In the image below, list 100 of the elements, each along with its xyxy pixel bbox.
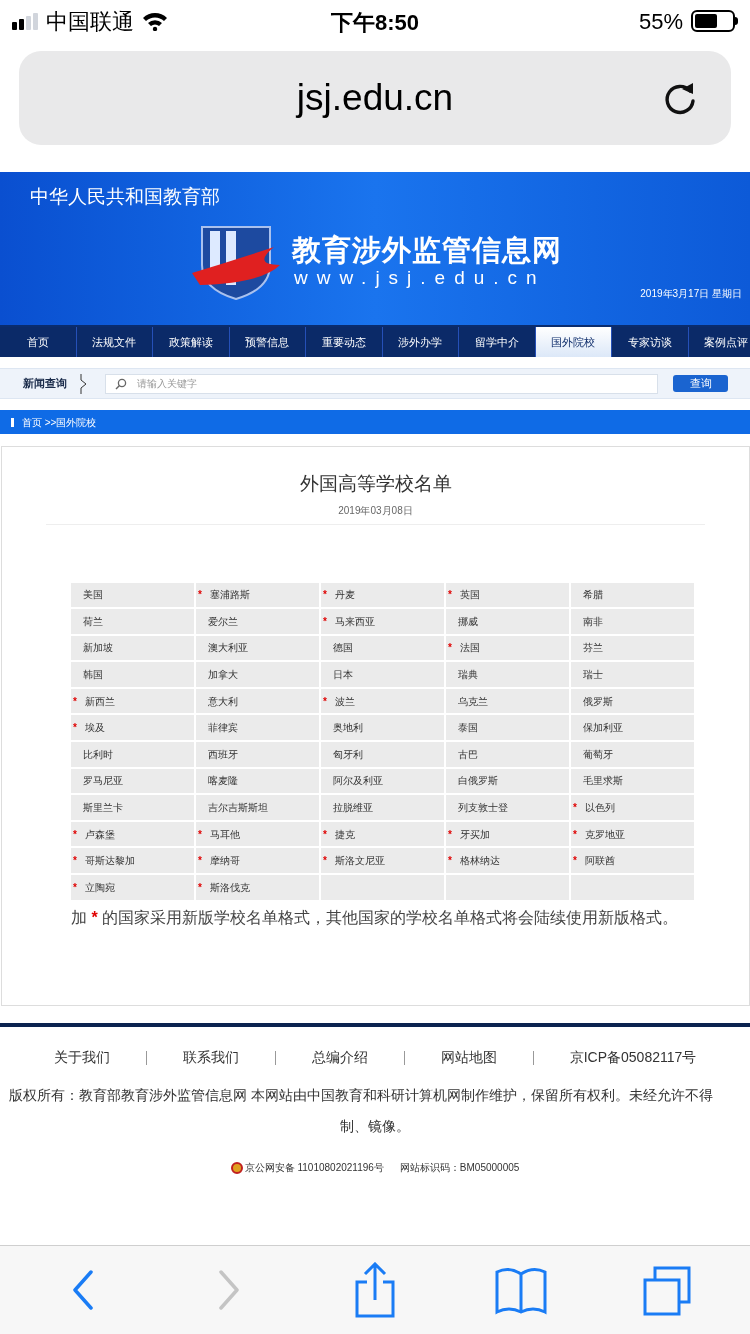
asterisk-mark: * bbox=[72, 694, 78, 709]
search-field[interactable]: 请输入关键字 bbox=[105, 373, 658, 394]
table-cell: 挪威 bbox=[446, 609, 569, 634]
nav-tab[interactable]: 首页 bbox=[0, 327, 77, 357]
table-cell: * 英国 bbox=[446, 582, 569, 608]
footer-link[interactable]: 总编介绍 bbox=[311, 1047, 368, 1068]
site-url: www.jsj.edu.cn bbox=[294, 266, 546, 290]
article-date: 2019年03月08日 bbox=[337, 503, 414, 518]
table-cell: * 斯洛文尼亚 bbox=[321, 848, 444, 874]
table-cell: 泰国 bbox=[446, 715, 569, 741]
reload-icon[interactable] bbox=[663, 80, 697, 116]
table-cell: * 丹麦 bbox=[321, 582, 444, 608]
table-cell: * 格林纳达 bbox=[446, 848, 569, 874]
search-icon bbox=[115, 377, 127, 390]
carrier-name: 中国联通 bbox=[46, 7, 134, 36]
table-cell: 喀麦隆 bbox=[196, 768, 319, 794]
table-cell: 芬兰 bbox=[571, 635, 694, 661]
table-cell: 比利时 bbox=[71, 742, 194, 767]
table-cell: 日本 bbox=[321, 662, 444, 687]
table-cell: 意大利 bbox=[196, 688, 319, 714]
table-cell: * 立陶宛 bbox=[71, 875, 194, 900]
footer-link[interactable]: 联系我们 bbox=[182, 1047, 239, 1068]
table-cell: * 哥斯达黎加 bbox=[71, 848, 194, 874]
nav-tab[interactable]: 留学中介 bbox=[459, 327, 536, 357]
asterisk-mark: * bbox=[197, 854, 203, 869]
search-button[interactable]: 查询 bbox=[673, 375, 728, 392]
asterisk-mark: * bbox=[322, 614, 328, 629]
nav-tab[interactable]: 案例点评 bbox=[688, 327, 750, 357]
asterisk-mark: * bbox=[322, 827, 328, 842]
table-cell: * 马耳他 bbox=[196, 821, 319, 847]
asterisk-mark: * bbox=[447, 827, 453, 842]
site-title: 教育涉外监管信息网 bbox=[292, 233, 562, 268]
asterisk-mark: * bbox=[322, 694, 328, 709]
nav-tab[interactable]: 法规文件 bbox=[76, 327, 153, 357]
table-cell: 德国 bbox=[321, 635, 444, 661]
table-cell: 希腊 bbox=[571, 582, 694, 608]
table-cell: 瑞士 bbox=[571, 662, 694, 687]
table-cell: * 克罗地亚 bbox=[571, 821, 694, 847]
nav-tab[interactable]: 专家访谈 bbox=[612, 327, 689, 357]
asterisk-mark: * bbox=[197, 880, 203, 895]
table-cell: 爱尔兰 bbox=[196, 609, 319, 634]
search-input[interactable]: 请输入关键字 bbox=[137, 376, 657, 391]
table-cell: 奥地利 bbox=[321, 715, 444, 741]
table-cell: * 牙买加 bbox=[446, 821, 569, 847]
table-cell: 荷兰 bbox=[71, 609, 194, 634]
address-bar[interactable]: jsj.edu.cn bbox=[19, 51, 731, 145]
nav-tab[interactable]: 预警信息 bbox=[229, 327, 306, 357]
table-cell: * 卢森堡 bbox=[71, 821, 194, 847]
nav-tab[interactable]: 重要动态 bbox=[306, 327, 383, 357]
table-cell: 美国 bbox=[71, 582, 194, 608]
table-cell: 韩国 bbox=[71, 662, 194, 687]
table-cell: 拉脱维亚 bbox=[321, 795, 444, 820]
chevron-icon bbox=[80, 372, 88, 395]
wifi-icon bbox=[142, 11, 168, 31]
table-cell: 罗马尼亚 bbox=[71, 768, 194, 794]
shield-logo-icon bbox=[192, 225, 282, 301]
asterisk-mark: * bbox=[72, 854, 78, 869]
site-id-text: 网站标识码：BM05000005 bbox=[399, 1161, 520, 1175]
asterisk-mark: * bbox=[72, 827, 78, 842]
asterisk-mark: * bbox=[72, 721, 78, 736]
table-cell: * 波兰 bbox=[321, 688, 444, 714]
table-cell: 斯里兰卡 bbox=[71, 795, 194, 820]
table-cell: * 捷克 bbox=[321, 821, 444, 847]
table-cell: 毛里求斯 bbox=[571, 768, 694, 794]
footer-link[interactable]: 网站地图 bbox=[440, 1047, 497, 1068]
table-cell: 白俄罗斯 bbox=[446, 768, 569, 794]
table-cell: 菲律宾 bbox=[196, 715, 319, 741]
table-cell: 列支敦士登 bbox=[446, 795, 569, 820]
asterisk-mark: * bbox=[572, 854, 578, 869]
nav-tab[interactable]: 政策解读 bbox=[153, 327, 230, 357]
table-cell: 加拿大 bbox=[196, 662, 319, 687]
table-cell: * 埃及 bbox=[71, 715, 194, 741]
footer-link[interactable]: 关于我们 bbox=[53, 1047, 110, 1068]
asterisk-mark: * bbox=[322, 588, 328, 603]
table-cell: 古巴 bbox=[446, 742, 569, 767]
asterisk-mark: * bbox=[72, 880, 78, 895]
table-cell: 阿尔及利亚 bbox=[321, 768, 444, 794]
article-title: 外国高等学校名单 bbox=[298, 472, 453, 496]
battery-percent: 55% bbox=[638, 7, 683, 36]
ministry-name: 中华人民共和国教育部 bbox=[30, 185, 220, 209]
table-cell: 俄罗斯 bbox=[571, 688, 694, 714]
asterisk-mark: * bbox=[197, 827, 203, 842]
nav-tab[interactable]: 涉外办学 bbox=[382, 327, 459, 357]
copyright-text: 版权所有：教育部教育涉外监管信息网 本网站由中国教育和科研计算机网制作维护，保留所有权利。未经允许不得 bbox=[8, 1086, 714, 1105]
asterisk-mark: * bbox=[197, 588, 203, 603]
table-cell: 新加坡 bbox=[71, 635, 194, 661]
signal-icon bbox=[12, 12, 38, 30]
table-cell: * 阿联酋 bbox=[571, 848, 694, 874]
search-label: 新闻查询 bbox=[22, 376, 68, 392]
nav-tab[interactable]: 国外院校 bbox=[535, 327, 612, 357]
banner-date: 2019年3月17日 星期日 bbox=[640, 287, 742, 301]
table-cell: 葡萄牙 bbox=[571, 742, 694, 767]
footer-link[interactable]: 京ICP备05082117号 bbox=[569, 1047, 697, 1068]
table-cell: * 斯洛伐克 bbox=[196, 875, 319, 900]
table-cell: 保加利亚 bbox=[571, 715, 694, 741]
table-cell: * 摩纳哥 bbox=[196, 848, 319, 874]
table-cell: 瑞典 bbox=[446, 662, 569, 687]
asterisk-mark: * bbox=[572, 801, 578, 816]
asterisk-mark: * bbox=[447, 641, 453, 656]
asterisk-mark: * bbox=[447, 854, 453, 869]
